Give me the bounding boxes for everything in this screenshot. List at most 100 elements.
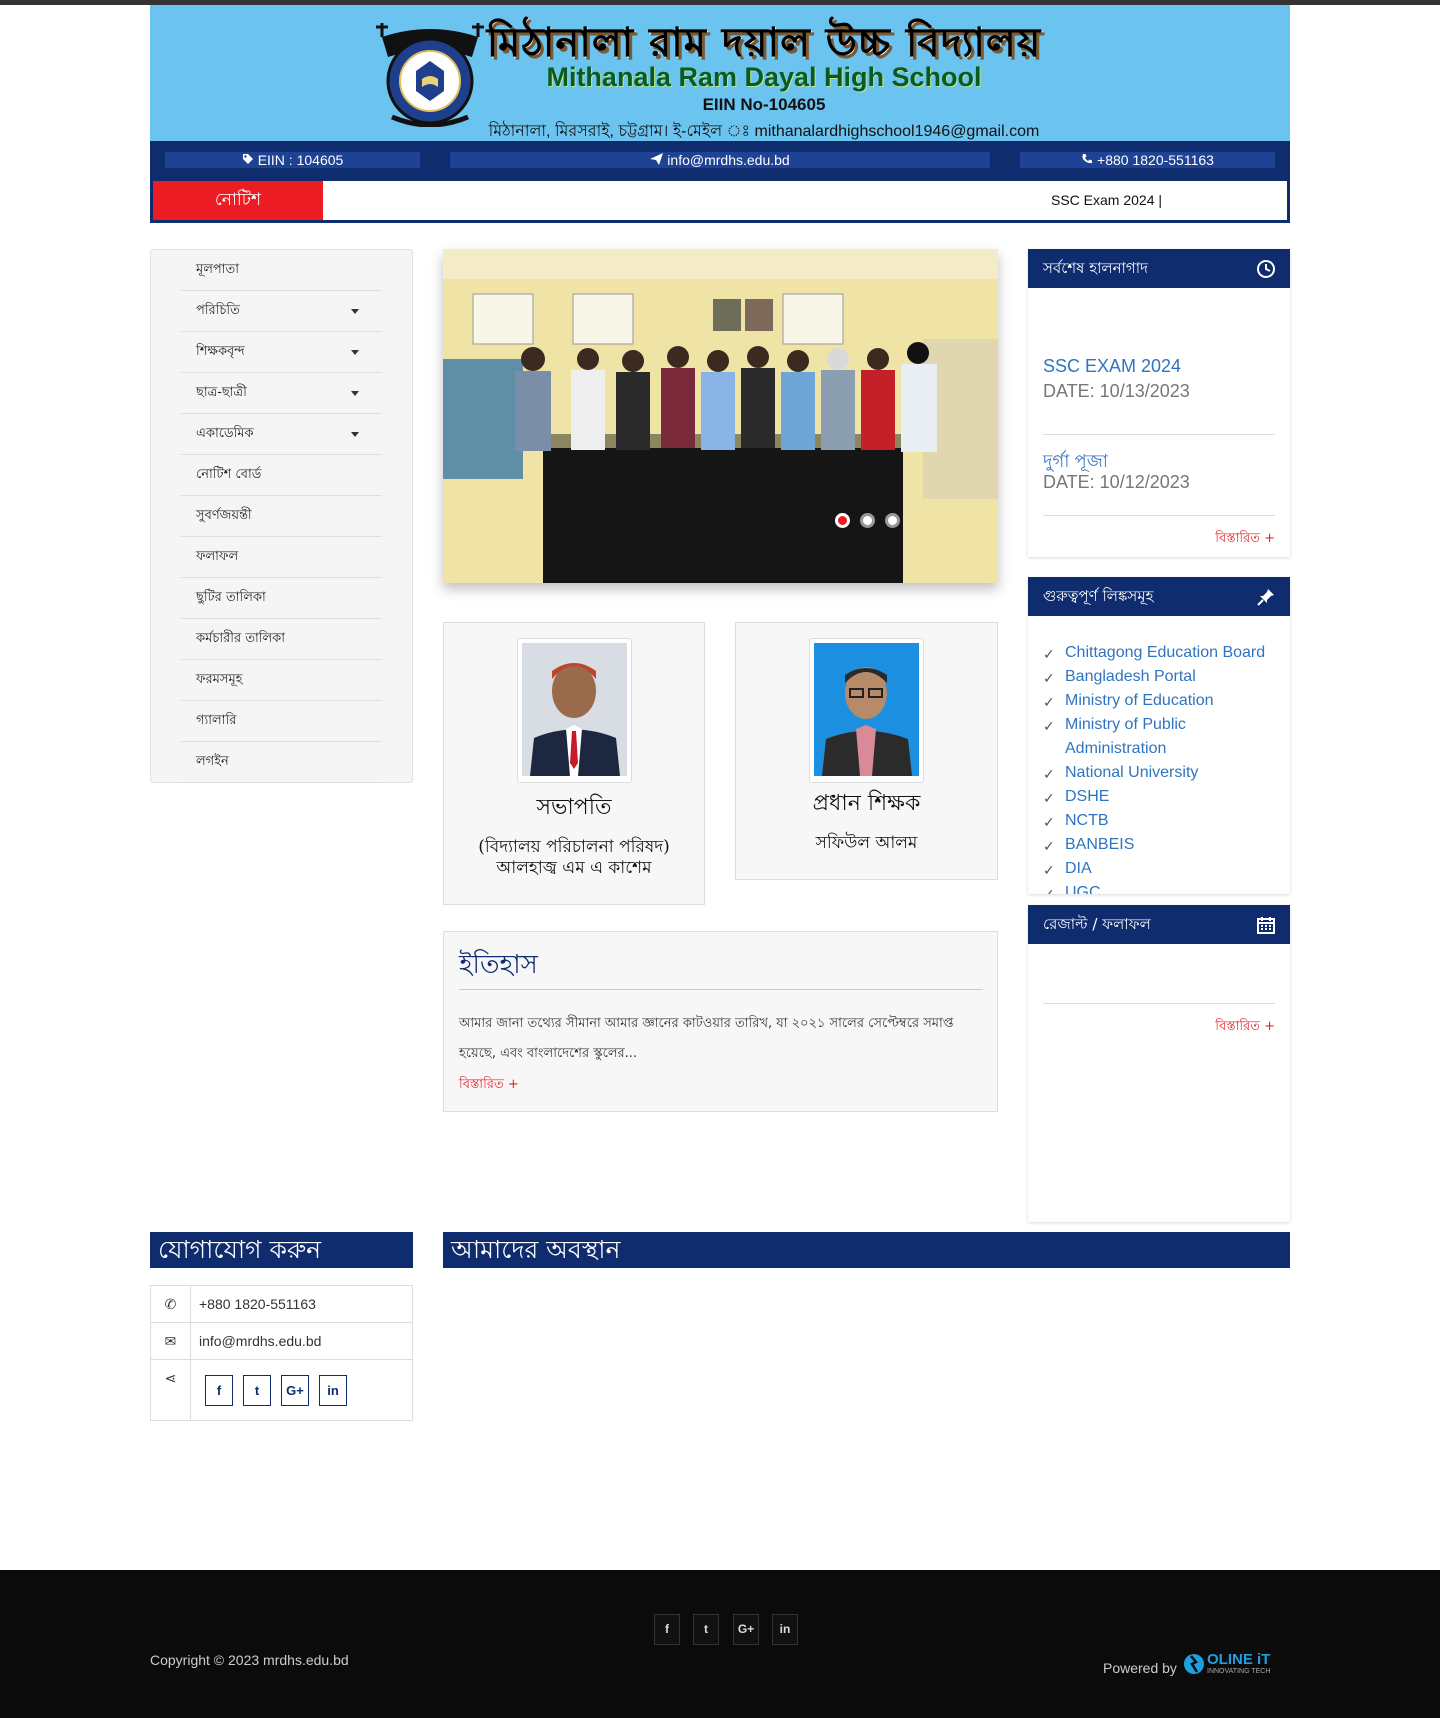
contact-table: ✆ +880 1820-551163 ✉ info@mrdhs.edu.bd ⋖…: [150, 1285, 413, 1421]
sidebar-item[interactable]: লগইন: [181, 742, 381, 783]
link-item[interactable]: ✓ Ministry of Education: [1043, 689, 1278, 713]
linkedin-icon[interactable]: in: [772, 1614, 798, 1645]
twitter-icon[interactable]: t: [243, 1374, 271, 1406]
sidebar-item[interactable]: কর্মচারীর তালিকা: [181, 619, 381, 660]
slider-dot[interactable]: [835, 513, 850, 528]
sidebar-item-label: মূলপাতা: [196, 262, 240, 277]
update-item-title[interactable]: SSC EXAM 2024: [1043, 356, 1181, 377]
sidebar-item[interactable]: একাডেমিক: [181, 414, 381, 455]
history-text: আমার জানা তথ্যের সীমানা আমার জ্ঞানের কাট…: [459, 1016, 954, 1061]
sidebar-item[interactable]: শিক্ষকবৃন্দ: [181, 332, 381, 373]
update-item-date: DATE: 10/13/2023: [1043, 381, 1190, 401]
link-item[interactable]: ✓ DIA: [1043, 857, 1278, 881]
facebook-icon[interactable]: f: [654, 1614, 680, 1645]
notice-ticker[interactable]: SSC Exam 2024 |: [1051, 181, 1162, 220]
phone-icon: [1081, 152, 1093, 168]
google-plus-icon[interactable]: G+: [281, 1374, 309, 1406]
widget-divider: [1043, 1003, 1275, 1004]
linkedin-icon[interactable]: in: [319, 1374, 347, 1406]
banner-address: মিঠানালা, মিরসরাই, চট্টগ্রাম। ই-মেইল ঃ m…: [488, 123, 1040, 140]
sidebar-item-label: একাডেমিক: [196, 426, 254, 441]
phone-text: +880 1820-551163: [1097, 152, 1214, 168]
sidebar-item[interactable]: সুবর্ণজয়ন্তী: [181, 496, 381, 537]
envelope-icon: ✉: [150, 1322, 191, 1360]
caret-down-icon: [351, 391, 359, 396]
copyright-text: Copyright © 2023 mrdhs.edu.bd: [150, 1652, 349, 1668]
info-bar: EIIN : 104605 info@mrdhs.edu.bd +880 182…: [150, 141, 1290, 179]
google-plus-icon[interactable]: G+: [733, 1614, 759, 1645]
contact-phone[interactable]: +880 1820-551163: [190, 1285, 413, 1323]
link-item[interactable]: ✓ Bangladesh Portal: [1043, 665, 1278, 689]
slider-dot[interactable]: [885, 513, 900, 528]
school-seal-icon: [376, 23, 484, 127]
link-item[interactable]: ✓ National University: [1043, 761, 1278, 785]
check-icon: ✓: [1043, 694, 1055, 710]
check-icon: ✓: [1043, 862, 1055, 878]
sidebar-menu: মূলপাতা পরিচিতি শিক্ষকবৃন্দ ছাত্র-ছাত্রী একা…: [150, 249, 413, 783]
important-links-widget: গুরুত্বপূর্ণ লিঙ্কসমূহ ✓ Chittagong Educa…: [1028, 577, 1290, 894]
sidebar-item-label: সুবর্ণজয়ন্তী: [196, 508, 252, 523]
contact-social-links: f t G+ in: [190, 1359, 413, 1421]
notice-bar: নোটিশ SSC Exam 2024 |: [150, 179, 1290, 223]
phone-info[interactable]: +880 1820-551163: [1020, 152, 1275, 168]
school-title-english: Mithanala Ram Dayal High School: [546, 62, 982, 92]
sidebar-item[interactable]: মূলপাতা: [181, 250, 381, 291]
updates-more-link[interactable]: বিস্তারিত +: [1215, 529, 1275, 550]
sidebar-item-label: ফরমসমূহ: [196, 672, 243, 687]
sidebar-item[interactable]: ফরমসমূহ: [181, 660, 381, 701]
results-more-link[interactable]: বিস্তারিত +: [1215, 1017, 1275, 1038]
check-icon: ✓: [1043, 766, 1055, 782]
latest-updates-widget: সর্বশেষ হালনাগাদ SSC EXAM 2024 DATE: 10/…: [1028, 249, 1290, 557]
contact-title: যোগাযোগ করুন: [150, 1232, 413, 1268]
contact-email[interactable]: info@mrdhs.edu.bd: [190, 1322, 413, 1360]
update-divider: [1043, 434, 1275, 435]
president-photo: [517, 638, 632, 783]
sidebar-item[interactable]: নোটিশ বোর্ড: [181, 455, 381, 496]
link-item[interactable]: ✓ UGC: [1043, 881, 1278, 894]
check-icon: ✓: [1043, 886, 1055, 894]
link-item[interactable]: ✓ NCTB: [1043, 809, 1278, 833]
history-section: ইতিহাস আমার জানা তথ্যের সীমানা আমার জ্ঞা…: [443, 931, 998, 1112]
sidebar-item[interactable]: পরিচিতি: [181, 291, 381, 332]
link-item[interactable]: ✓ Ministry of Public Administration: [1043, 713, 1278, 761]
sidebar-item[interactable]: ছুটির তালিকা: [181, 578, 381, 619]
email-text: info@mrdhs.edu.bd: [667, 152, 790, 168]
slider-dot[interactable]: [860, 513, 875, 528]
powered-by-text: Powered by: [1103, 1660, 1177, 1676]
links-header: গুরুত্বপূর্ণ লিঙ্কসমূহ: [1028, 577, 1290, 616]
link-item[interactable]: ✓ Chittagong Education Board: [1043, 641, 1278, 665]
link-item[interactable]: ✓ BANBEIS: [1043, 833, 1278, 857]
facebook-icon[interactable]: f: [205, 1374, 233, 1406]
link-label: UGC: [1065, 884, 1101, 894]
president-org: (বিদ্যালয় পরিচালনা পরিষদ): [478, 837, 670, 857]
link-item[interactable]: ✓ DSHE: [1043, 785, 1278, 809]
results-title: রেজাল্ট / ফলাফল: [1043, 915, 1151, 933]
eiin-text: EIIN : 104605: [257, 152, 344, 168]
sidebar-item[interactable]: ফলাফল: [181, 537, 381, 578]
sidebar-item[interactable]: গ্যালারি: [181, 701, 381, 742]
caret-down-icon: [351, 350, 359, 355]
pin-icon: [1257, 589, 1274, 606]
tag-icon: [242, 152, 254, 168]
president-name: আলহাজ্ব এম এ কাশেম: [496, 858, 652, 878]
history-more-link[interactable]: বিস্তারিত +: [459, 1075, 519, 1096]
email-info[interactable]: info@mrdhs.edu.bd: [450, 152, 990, 168]
president-role: সভাপতি: [536, 795, 612, 820]
check-icon: ✓: [1043, 814, 1055, 830]
check-icon: ✓: [1043, 838, 1055, 854]
paper-plane-icon: [650, 152, 664, 168]
contact-row-email: ✉ info@mrdhs.edu.bd: [150, 1322, 413, 1360]
link-label: National University: [1065, 764, 1199, 781]
sidebar-item[interactable]: ছাত্র-ছাত্রী: [181, 373, 381, 414]
vendor-logo[interactable]: OLINE iT INNOVATING TECH: [1183, 1650, 1288, 1683]
headmaster-photo: [809, 638, 924, 783]
twitter-icon[interactable]: t: [693, 1614, 719, 1645]
caret-down-icon: [351, 309, 359, 314]
photo-slider[interactable]: [443, 249, 998, 583]
headmaster-role: প্রধান শিক্ষক: [812, 791, 921, 816]
sidebar-item-label: শিক্ষকবৃন্দ: [196, 344, 245, 359]
notice-label: নোটিশ: [153, 181, 323, 220]
links-scroll[interactable]: ✓ Chittagong Education Board ✓ Bangladesh P…: [1028, 616, 1290, 894]
contact-row-social: ⋖ f t G+ in: [150, 1359, 413, 1421]
updates-header: সর্বশেষ হালনাগাদ: [1028, 249, 1290, 288]
